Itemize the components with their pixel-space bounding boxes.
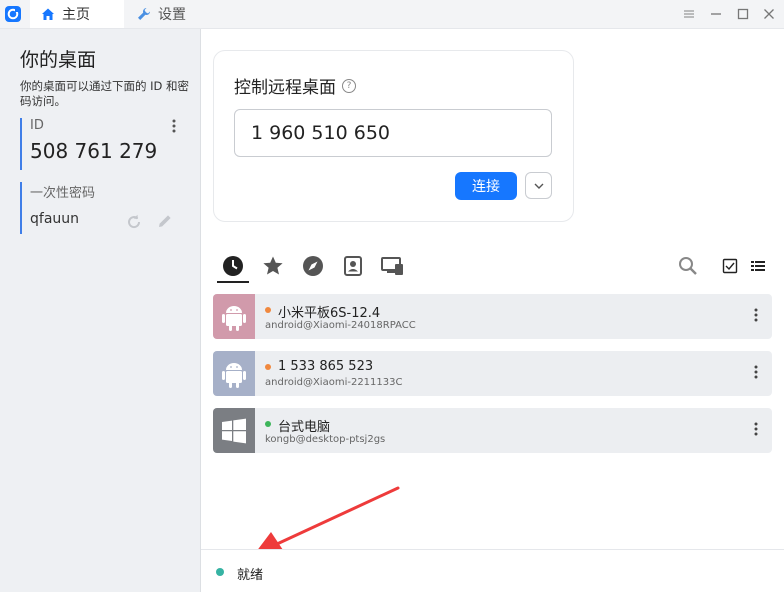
peer-tabs-bar	[213, 248, 773, 284]
password-label: 一次性密码	[30, 186, 96, 201]
pencil-icon	[159, 215, 171, 227]
list-view-icon	[751, 261, 765, 271]
maximize-icon	[737, 8, 749, 20]
peer-thumbnail	[213, 408, 255, 453]
tab-recent-sessions[interactable]	[219, 252, 247, 280]
kebab-icon	[754, 308, 758, 322]
peer-name: 1 533 865 523	[278, 359, 374, 374]
wrench-icon	[138, 8, 150, 20]
kebab-icon	[754, 422, 758, 436]
tab-group[interactable]	[379, 252, 407, 280]
search-peers-button[interactable]	[674, 252, 702, 280]
sidebar-description: 你的桌面可以通过下面的 ID 和密码访问。	[20, 79, 190, 108]
peer-row[interactable]: 小米平板6S-12.4 android@Xiaomi-24018RPACC	[213, 294, 772, 339]
android-icon	[222, 305, 246, 331]
tab-settings[interactable]: 设置	[126, 0, 216, 28]
peer-menu-button[interactable]	[748, 307, 764, 326]
address-book-icon	[344, 256, 362, 276]
tab-home[interactable]: 主页	[30, 0, 124, 28]
control-title-text: 控制远程桌面	[234, 78, 336, 98]
search-icon	[679, 257, 697, 275]
view-mode-button[interactable]	[744, 252, 772, 280]
sidebar: 你的桌面 你的桌面可以通过下面的 ID 和密码访问。 ID 508 761 27…	[0, 29, 201, 592]
kebab-icon	[754, 365, 758, 379]
minimize-button[interactable]	[706, 4, 726, 24]
tab-favorites[interactable]	[259, 252, 287, 280]
refresh-icon	[128, 214, 141, 229]
peer-status-dot	[265, 364, 271, 370]
remote-id-input[interactable]	[234, 109, 552, 157]
peer-thumbnail	[213, 294, 255, 339]
sidebar-title: 你的桌面	[20, 49, 97, 71]
refresh-password-button[interactable]	[125, 213, 143, 235]
peer-subtitle: kongb@desktop-ptsj2gs	[265, 434, 386, 445]
maximize-button[interactable]	[733, 4, 753, 24]
help-icon[interactable]: ?	[342, 78, 356, 93]
kebab-icon	[172, 119, 176, 133]
recent-clock-icon	[223, 256, 243, 276]
menu-icon	[684, 10, 694, 18]
peer-menu-button[interactable]	[748, 364, 764, 383]
close-button[interactable]	[759, 4, 779, 24]
title-bar: 主页 设置	[0, 0, 784, 29]
tab-settings-label: 设置	[158, 7, 186, 23]
status-text: 就绪	[237, 568, 264, 583]
active-tab-indicator	[217, 281, 249, 283]
status-indicator	[216, 568, 224, 576]
menu-button[interactable]	[679, 4, 699, 24]
peer-row[interactable]: 台式电脑 kongb@desktop-ptsj2gs	[213, 408, 772, 453]
connect-options-button[interactable]	[525, 172, 552, 199]
peer-menu-button[interactable]	[748, 421, 764, 440]
discovered-compass-icon	[303, 256, 323, 276]
tab-address-book[interactable]	[339, 252, 367, 280]
edit-password-button[interactable]	[156, 212, 174, 234]
id-value[interactable]: 508 761 279	[30, 139, 190, 163]
chevron-down-icon	[534, 183, 543, 189]
favorites-star-icon	[263, 256, 283, 275]
peer-thumbnail	[213, 351, 255, 396]
peer-name: 小米平板6S-12.4	[278, 306, 381, 321]
select-mode-button[interactable]	[716, 252, 744, 280]
connect-button[interactable]: 连接	[455, 172, 517, 200]
close-icon	[764, 9, 774, 19]
peer-row[interactable]: 1 533 865 523 android@Xiaomi-2211133C	[213, 351, 772, 396]
peer-name: 台式电脑	[278, 420, 331, 435]
id-section: ID 508 761 279	[20, 118, 190, 170]
peer-subtitle: android@Xiaomi-2211133C	[265, 377, 403, 388]
tab-discovered[interactable]	[299, 252, 327, 280]
app-logo-icon	[5, 6, 21, 22]
checkbox-icon	[722, 258, 738, 274]
group-devices-icon	[381, 257, 403, 275]
control-title: 控制远程桌面 ?	[234, 73, 356, 98]
peer-status-dot	[265, 307, 271, 313]
peer-status-dot	[265, 421, 271, 427]
id-menu-button[interactable]	[166, 118, 182, 137]
peer-subtitle: android@Xiaomi-24018RPACC	[265, 320, 416, 331]
tab-home-label: 主页	[62, 7, 90, 23]
android-icon	[222, 362, 246, 388]
minimize-icon	[711, 13, 721, 15]
status-bar: 就绪	[201, 549, 784, 593]
control-remote-card: 控制远程桌面 ? 连接	[213, 50, 574, 222]
home-icon	[42, 8, 54, 20]
windows-icon	[222, 418, 246, 443]
